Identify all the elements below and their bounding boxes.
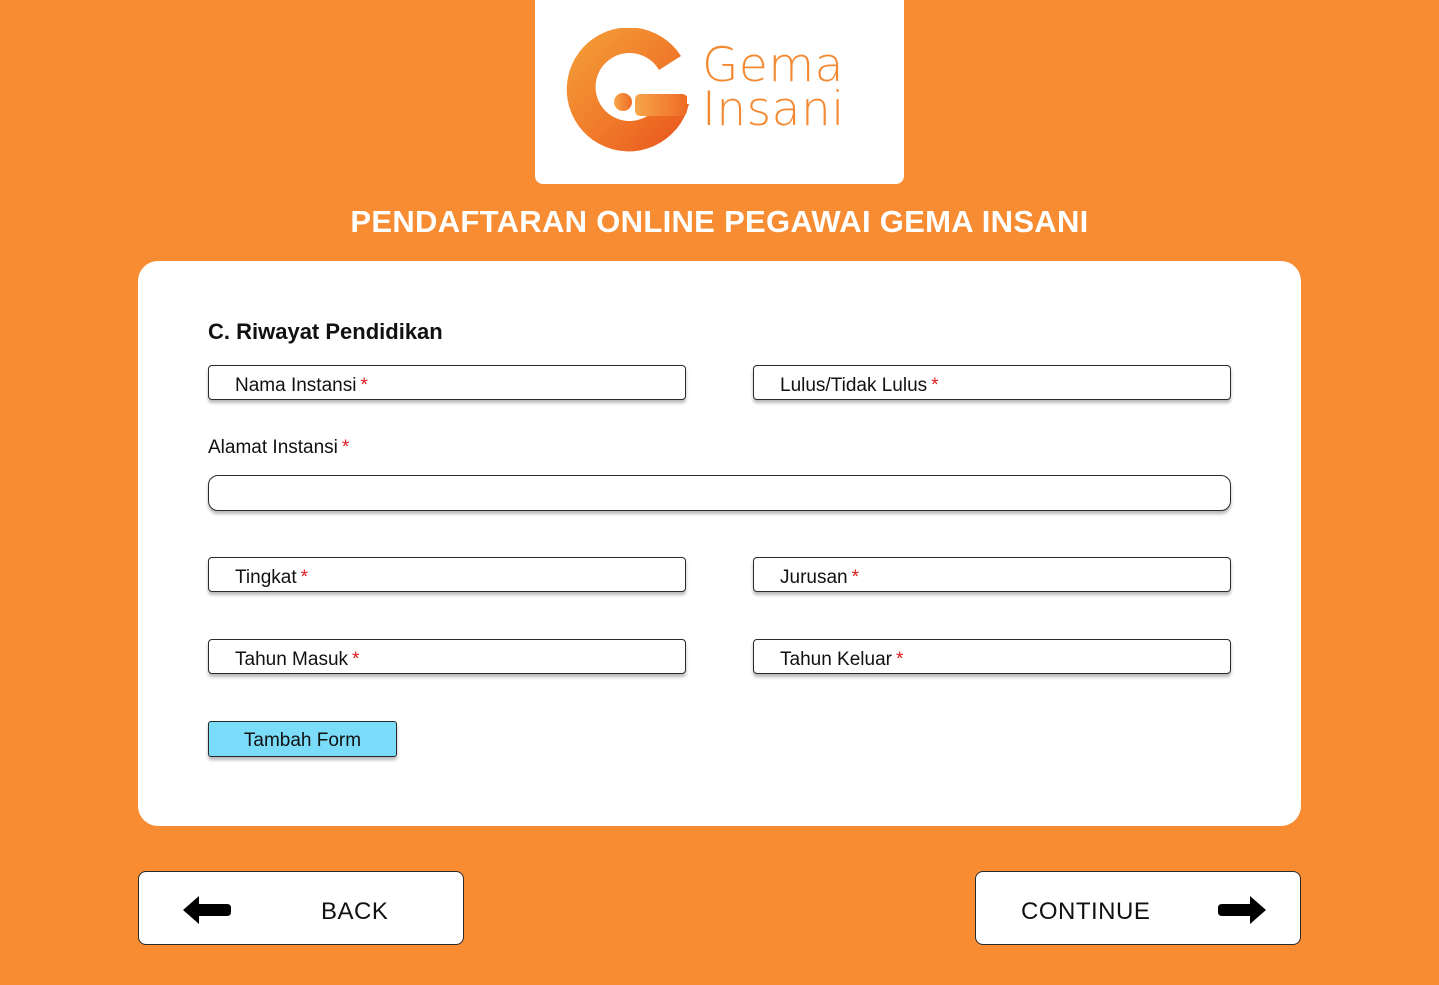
- lulus-field[interactable]: Lulus/Tidak Lulus *: [753, 365, 1231, 400]
- required-asterisk: *: [895, 649, 904, 670]
- jurusan-label: Jurusan *: [780, 567, 860, 588]
- tahun-keluar-field[interactable]: Tahun Keluar *: [753, 639, 1231, 674]
- tingkat-field[interactable]: Tingkat *: [208, 557, 686, 592]
- continue-button-label: CONTINUE: [1021, 898, 1151, 925]
- lulus-label: Lulus/Tidak Lulus *: [780, 375, 939, 396]
- nama-instansi-label: Nama Instansi *: [235, 375, 368, 396]
- section-title: C. Riwayat Pendidikan: [208, 319, 443, 344]
- page-title: PENDAFTARAN ONLINE PEGAWAI GEMA INSANI: [350, 204, 1089, 239]
- tambah-form-button[interactable]: Tambah Form: [208, 721, 397, 757]
- tahun-keluar-label: Tahun Keluar *: [780, 649, 904, 670]
- logo-container: Gema Insani: [535, 0, 904, 184]
- back-button[interactable]: BACK: [138, 871, 464, 945]
- alamat-instansi-input[interactable]: [208, 475, 1231, 511]
- required-asterisk: *: [341, 437, 350, 458]
- nama-instansi-field[interactable]: Nama Instansi *: [208, 365, 686, 400]
- tahun-masuk-label: Tahun Masuk *: [235, 649, 360, 670]
- jurusan-field[interactable]: Jurusan *: [753, 557, 1231, 592]
- tahun-masuk-field[interactable]: Tahun Masuk *: [208, 639, 686, 674]
- alamat-instansi-label: Alamat Instansi *: [208, 437, 350, 458]
- required-asterisk: *: [360, 375, 368, 396]
- required-asterisk: *: [851, 567, 860, 588]
- required-asterisk: *: [931, 375, 939, 396]
- back-button-label: BACK: [321, 898, 389, 925]
- logo-wordmark: Gema Insani: [702, 42, 845, 137]
- tingkat-label: Tingkat *: [235, 567, 309, 588]
- arrow-left-icon: [183, 896, 231, 924]
- continue-button[interactable]: CONTINUE: [975, 871, 1301, 945]
- form-card: C. Riwayat Pendidikan Nama Instansi * Lul…: [138, 261, 1301, 826]
- arrow-right-icon: [1218, 896, 1266, 924]
- gema-insani-g-logo-icon: [566, 28, 689, 152]
- required-asterisk: *: [352, 649, 360, 670]
- logo-line-2: Insani: [702, 82, 845, 137]
- required-asterisk: *: [300, 567, 309, 588]
